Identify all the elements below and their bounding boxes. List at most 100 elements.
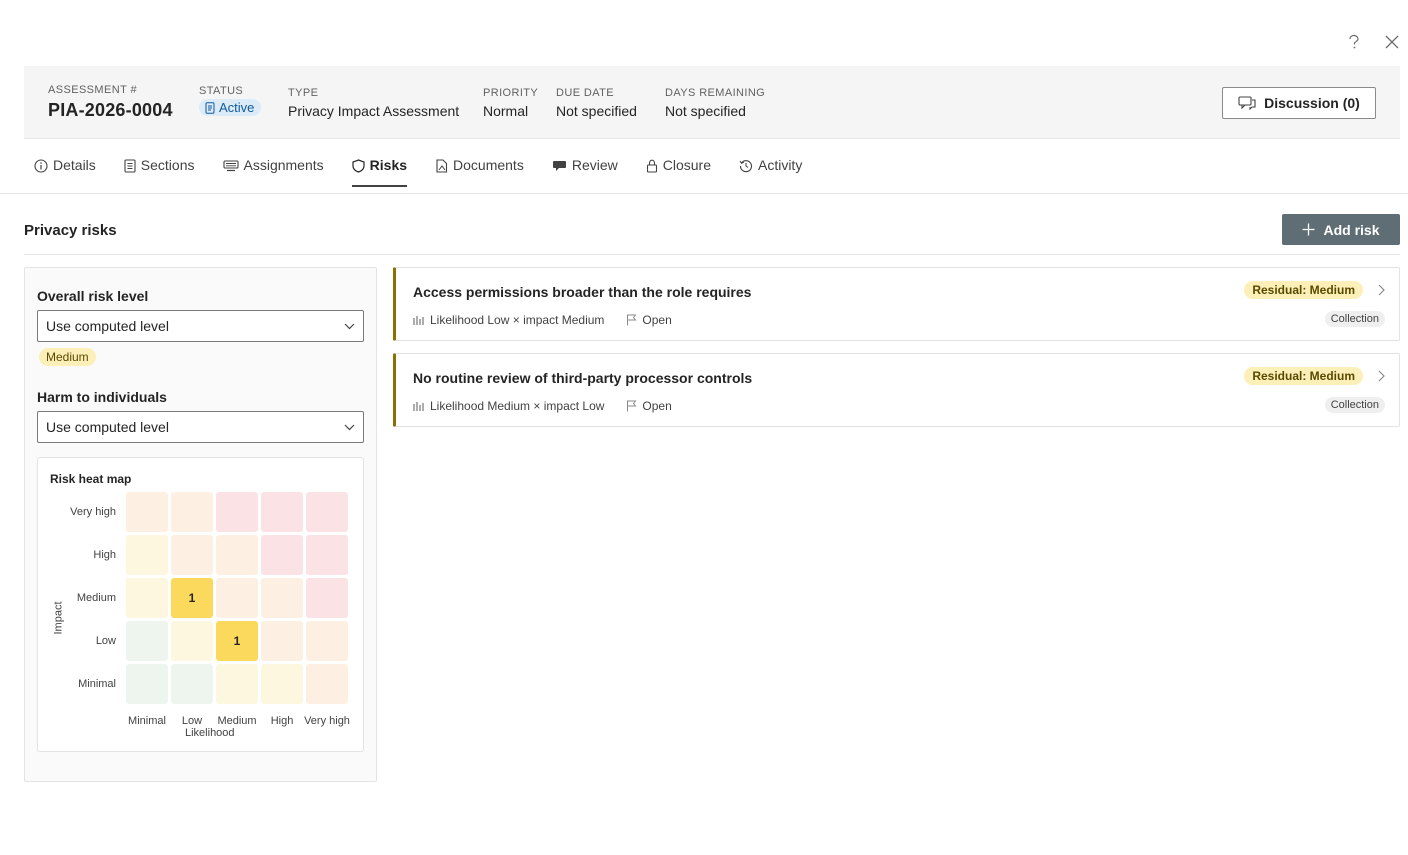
heat-cell [216,664,258,704]
heat-cell [216,535,258,575]
heat-cell [306,492,348,532]
heat-cell [306,664,348,704]
heat-cell [261,535,303,575]
chat-icon [552,161,566,171]
heat-cell [261,492,303,532]
status-value: Active [219,100,255,115]
risk-status: Open [642,399,672,413]
tab-label: Documents [453,157,524,173]
question-icon[interactable] [1344,32,1364,52]
plus-icon [1302,223,1315,236]
harm-select[interactable]: Use computed level [37,411,364,443]
tab-review[interactable]: Review [552,150,618,188]
risk-card[interactable]: No routine review of third-party process… [393,353,1400,427]
tab-label: Sections [140,157,195,173]
heat-cell [216,578,258,618]
risk-meta: Likelihood Low × impact Medium Open [413,313,672,327]
status-label: STATUS [199,85,244,97]
chevron-down-icon [344,323,355,329]
heat-cell [126,492,168,532]
y-tick-label: Very high [70,506,116,518]
category-tag: Collection [1324,311,1385,327]
assessment-label: ASSESSMENT # [48,84,137,96]
category-tag: Collection [1324,397,1385,413]
assessment-id: PIA-2026-0004 [48,100,173,120]
type-label: TYPE [288,87,319,99]
days-remaining-field: DAYS REMAINING Not specified [665,87,765,119]
heat-cell [126,578,168,618]
x-axis-title: Likelihood [185,727,235,739]
tab-documents[interactable]: Documents [435,150,524,188]
risk-level-panel: Overall risk level Use computed level Me… [24,267,377,782]
priority-field: PRIORITY Normal [483,87,538,119]
y-tick-label: Minimal [78,678,116,690]
residual-badge: Residual: Medium [1244,281,1363,299]
bar-chart-icon [413,401,424,411]
likelihood-text: Likelihood Medium × impact Low [430,399,605,413]
risk-card[interactable]: Access permissions broader than the role… [393,267,1400,341]
heat-cell [126,664,168,704]
shield-icon [352,159,365,173]
risk-title: Access permissions broader than the role… [413,284,752,300]
document-list-icon [124,159,136,173]
tab-label: Activity [757,157,803,173]
chevron-right-icon [1378,369,1385,385]
residual-badge: Residual: Medium [1244,367,1363,385]
tab-label: Review [571,157,618,173]
priority-label: PRIORITY [483,87,539,99]
overall-risk-label: Overall risk level [37,288,149,304]
tab-activity[interactable]: Activity [739,150,802,188]
tab-label: Details [53,157,96,173]
flag-icon [627,314,637,326]
status-badge: Active [199,99,262,116]
heat-cell [171,535,213,575]
tab-assignments[interactable]: Assignments [222,150,324,188]
add-risk-button[interactable]: Add risk [1282,214,1400,245]
y-axis-title: Impact [52,601,65,635]
heat-cell [261,664,303,704]
close-icon[interactable] [1382,32,1402,52]
days-remaining-label: DAYS REMAINING [665,87,766,99]
overall-risk-select-value: Use computed level [46,318,169,334]
risk-heat-map: Risk heat map Impact Likelihood Very hig… [37,457,364,752]
info-icon [34,159,48,173]
heat-cell [306,535,348,575]
harm-label: Harm to individuals [37,389,167,405]
overall-level-badge: Medium [39,348,96,366]
keyboard-icon [222,160,239,172]
tab-label: Closure [662,157,711,173]
overall-risk-select[interactable]: Use computed level [37,310,364,342]
type-field: TYPE Privacy Impact Assessment [288,87,459,119]
days-remaining-value: Not specified [665,103,746,119]
heat-cell [171,492,213,532]
tab-sections[interactable]: Sections [124,150,195,188]
heat-cell [261,621,303,661]
risk-meta: Likelihood Medium × impact Low Open [413,399,672,413]
window-controls [1344,32,1402,52]
heat-cell [306,578,348,618]
tab-risks[interactable]: Risks [351,150,408,188]
y-tick-label: Medium [76,592,116,604]
section-divider [24,254,1400,255]
history-icon [739,160,752,173]
discussion-button[interactable]: Discussion (0) [1222,87,1376,119]
y-tick-label: Low [95,635,116,647]
likelihood-text: Likelihood Low × impact Medium [430,313,605,327]
heat-cell [171,664,213,704]
flag-icon [627,400,637,412]
heat-cell: 1 [216,621,258,661]
harm-select-value: Use computed level [46,419,169,435]
status-field: STATUS Active [199,85,262,117]
lock-icon [646,159,657,173]
due-date-label: DUE DATE [556,87,615,99]
tab-label: Risks [369,157,408,173]
tab-details[interactable]: Details [34,150,96,188]
chevron-down-icon [344,424,355,430]
tab-closure[interactable]: Closure [646,150,711,188]
chevron-right-icon [1378,283,1385,299]
tab-label: Assignments [243,157,324,173]
type-value: Privacy Impact Assessment [288,103,460,119]
risk-status: Open [642,313,672,327]
risk-title: No routine review of third-party process… [413,370,753,386]
tabs-divider [0,193,1408,194]
